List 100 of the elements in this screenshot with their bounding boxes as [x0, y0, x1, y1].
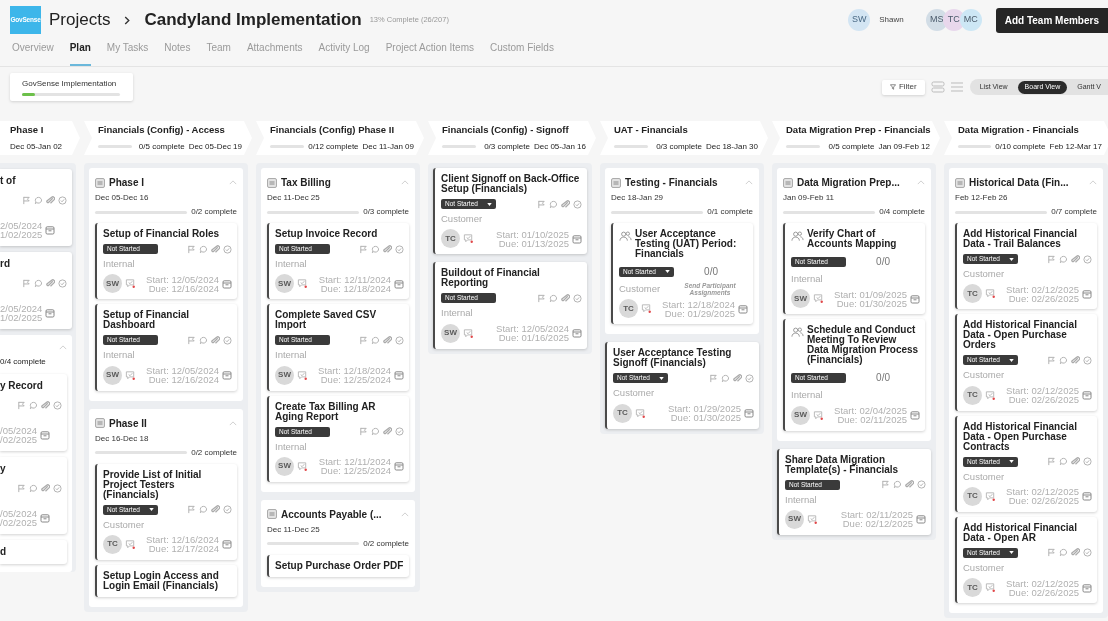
collapse-icon[interactable]: [95, 177, 105, 188]
flag-icon[interactable]: [1047, 254, 1056, 264]
chevron-up-icon[interactable]: [59, 345, 67, 350]
task-card[interactable]: Setup Purchase Order PDF: [267, 554, 409, 577]
flag-icon[interactable]: [17, 484, 26, 493]
paperclip-icon[interactable]: [383, 427, 392, 436]
calendar-icon[interactable]: [222, 539, 232, 550]
feedback-icon[interactable]: [813, 293, 824, 305]
calendar-icon[interactable]: [572, 328, 582, 338]
feedback-icon[interactable]: [985, 389, 996, 401]
calendar-icon[interactable]: [40, 513, 50, 523]
paperclip-icon[interactable]: [211, 335, 220, 345]
chevron-up-icon[interactable]: [917, 180, 925, 185]
feedback-icon[interactable]: [125, 538, 136, 550]
calendar-icon[interactable]: [1082, 491, 1092, 502]
calendar-icon[interactable]: [1082, 390, 1092, 400]
collapse-icon[interactable]: [955, 177, 965, 188]
calendar-icon[interactable]: [738, 303, 748, 314]
stage-header[interactable]: Data Migration Prep - Financials 0/5 complete Jan 09-Feb 12: [772, 121, 940, 155]
paperclip-icon[interactable]: [383, 335, 392, 345]
flag-icon[interactable]: [1047, 548, 1056, 558]
flag-icon[interactable]: [187, 335, 196, 345]
check-circle-icon[interactable]: [1083, 254, 1092, 264]
calendar-icon[interactable]: [916, 514, 926, 525]
stage-header[interactable]: Financials (Config) Phase II 0/12 complete Dec 11-Jan 09: [256, 121, 424, 155]
comment-icon[interactable]: [549, 293, 558, 303]
calendar-icon[interactable]: [910, 293, 920, 304]
comment-icon[interactable]: [199, 505, 208, 514]
check-circle-icon[interactable]: [1083, 457, 1092, 466]
check-circle-icon[interactable]: [58, 279, 67, 288]
task-card[interactable]: Setup Login Access and Login Email (Financials): [95, 564, 237, 597]
task-card[interactable]: y Record /05/2024 /02/2025: [0, 374, 67, 451]
feedback-icon[interactable]: [635, 407, 646, 419]
task-card[interactable]: t of 2/05/2024 1/02/2025: [0, 169, 72, 246]
comment-icon[interactable]: [371, 427, 380, 436]
stage-header[interactable]: Financials (Config) - Access 0/5 complete Dec 05-Dec 19: [84, 121, 252, 155]
stage-header[interactable]: Phase I Dec 05-Jan 02: [0, 121, 80, 155]
flag-icon[interactable]: [881, 480, 890, 489]
check-circle-icon[interactable]: [573, 293, 582, 303]
chevron-up-icon[interactable]: [745, 180, 753, 185]
calendar-icon[interactable]: [910, 410, 920, 420]
task-card[interactable]: y /05/2024 /02/2025: [0, 457, 67, 534]
feedback-icon[interactable]: [641, 303, 652, 315]
check-circle-icon[interactable]: [1083, 355, 1092, 365]
calendar-icon[interactable]: [222, 370, 232, 380]
calendar-icon[interactable]: [40, 430, 50, 440]
stage-header[interactable]: UAT - Financials 0/3 complete Dec 18-Jan 30: [600, 121, 768, 155]
feedback-icon[interactable]: [125, 369, 136, 381]
flag-icon[interactable]: [187, 505, 196, 514]
feedback-icon[interactable]: [807, 513, 818, 525]
feedback-icon[interactable]: [985, 582, 996, 593]
paperclip-icon[interactable]: [905, 480, 914, 489]
feedback-icon[interactable]: [813, 409, 824, 421]
check-circle-icon[interactable]: [395, 244, 404, 254]
chevron-up-icon[interactable]: [401, 180, 409, 185]
filter-button[interactable]: Filter: [881, 79, 925, 95]
comment-icon[interactable]: [721, 373, 730, 383]
check-circle-icon[interactable]: [917, 480, 926, 489]
flag-icon[interactable]: [359, 244, 368, 254]
calendar-icon[interactable]: [45, 225, 56, 235]
chevron-up-icon[interactable]: [229, 180, 237, 185]
comment-icon[interactable]: [199, 335, 208, 345]
feedback-icon[interactable]: [297, 278, 308, 290]
flag-icon[interactable]: [359, 427, 368, 436]
feedback-icon[interactable]: [985, 288, 996, 300]
check-circle-icon[interactable]: [58, 196, 67, 205]
stage-header[interactable]: Data Migration - Financials 0/10 complete Feb 12-Mar 17: [944, 121, 1108, 155]
calendar-icon[interactable]: [1082, 582, 1092, 593]
check-circle-icon[interactable]: [573, 199, 582, 209]
avatar[interactable]: SW: [848, 9, 871, 31]
paperclip-icon[interactable]: [1071, 355, 1080, 365]
feedback-icon[interactable]: [985, 490, 996, 502]
paperclip-icon[interactable]: [561, 199, 570, 209]
comment-icon[interactable]: [371, 335, 380, 345]
list-layout-icon[interactable]: [949, 81, 964, 93]
chevron-up-icon[interactable]: [401, 511, 409, 517]
feedback-icon[interactable]: [297, 369, 308, 381]
paperclip-icon[interactable]: [211, 505, 220, 514]
comment-icon[interactable]: [34, 279, 43, 288]
check-circle-icon[interactable]: [1083, 548, 1092, 558]
comment-icon[interactable]: [549, 199, 558, 209]
check-circle-icon[interactable]: [223, 244, 232, 254]
flag-icon[interactable]: [17, 401, 26, 410]
tab[interactable]: Plan: [69, 40, 91, 66]
feedback-icon[interactable]: [125, 278, 136, 290]
calendar-icon[interactable]: [394, 461, 404, 472]
paperclip-icon[interactable]: [41, 401, 50, 410]
check-circle-icon[interactable]: [395, 335, 404, 345]
paperclip-icon[interactable]: [41, 484, 50, 493]
stage-header[interactable]: Financials (Config) - Signoff 0/3 complete Dec 05-Jan 16: [428, 121, 596, 155]
check-circle-icon[interactable]: [745, 373, 754, 383]
feedback-icon[interactable]: [463, 327, 474, 339]
flag-icon[interactable]: [187, 244, 196, 254]
card-layout-icon[interactable]: [930, 81, 945, 93]
calendar-icon[interactable]: [45, 308, 56, 318]
check-circle-icon[interactable]: [53, 484, 62, 493]
calendar-icon[interactable]: [394, 278, 404, 289]
breadcrumb-link[interactable]: Projects: [49, 7, 111, 33]
calendar-icon[interactable]: [572, 233, 582, 244]
paperclip-icon[interactable]: [1071, 254, 1080, 264]
